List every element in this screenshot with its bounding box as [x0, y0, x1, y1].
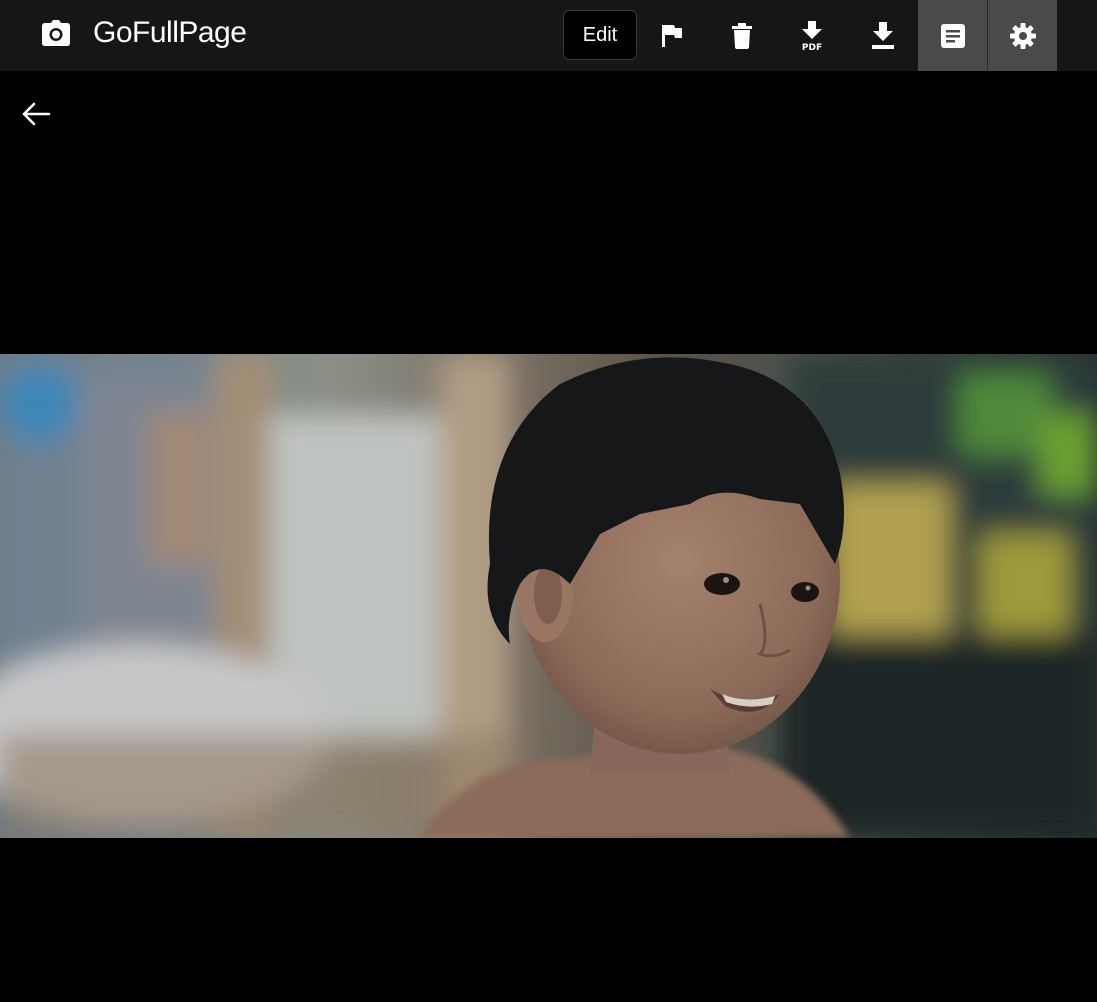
arrow-left-icon: [22, 102, 51, 126]
top-toolbar: GoFullPage Edit PDF: [0, 0, 1097, 71]
flag-button[interactable]: [637, 0, 707, 71]
settings-button[interactable]: [987, 0, 1057, 71]
download-pdf-icon: PDF: [802, 20, 822, 51]
back-button[interactable]: [18, 98, 54, 130]
pdf-icon-label: PDF: [802, 43, 822, 51]
edit-button[interactable]: Edit: [563, 10, 637, 60]
trash-icon: [732, 22, 752, 49]
download-button[interactable]: [848, 0, 918, 71]
flag-icon: [662, 24, 682, 47]
notes-icon: [941, 23, 965, 48]
gear-icon: [1009, 22, 1036, 49]
notes-button[interactable]: [918, 0, 988, 71]
download-pdf-button[interactable]: PDF: [777, 0, 847, 71]
screenshot-photo: [0, 354, 1097, 838]
photo-illustration: [0, 354, 1097, 838]
camera-icon[interactable]: [41, 18, 71, 48]
delete-button[interactable]: [707, 0, 777, 71]
download-icon: [872, 21, 894, 49]
app-title: GoFullPage: [93, 16, 247, 49]
